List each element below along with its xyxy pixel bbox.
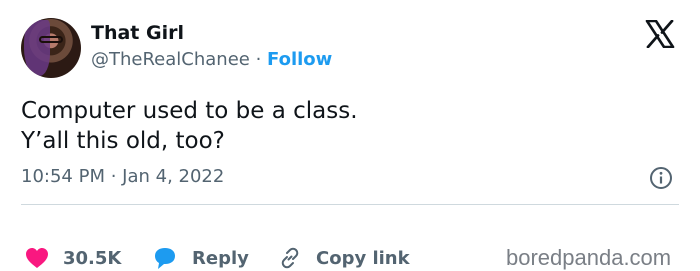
copy-link-button[interactable]: Copy link	[278, 245, 410, 271]
handle-separator: ·	[249, 49, 268, 70]
follow-button[interactable]: Follow	[267, 49, 332, 70]
copy-link-label: Copy link	[316, 247, 410, 269]
reply-label: Reply	[192, 247, 249, 269]
info-icon[interactable]	[649, 166, 673, 190]
avatar-hair	[24, 20, 50, 76]
reply-bubble-icon	[155, 248, 175, 269]
watermark: boredpanda.com	[506, 245, 672, 270]
link-icon	[281, 247, 299, 269]
tweet-text-line: Y’all this old, too?	[21, 128, 225, 154]
like-count: 30.5K	[63, 247, 122, 269]
author-handle[interactable]: @TheRealChanee	[91, 49, 250, 70]
like-button[interactable]: 30.5K	[25, 245, 121, 271]
tweet-timestamp[interactable]: 10:54 PM · Jan 4, 2022	[21, 166, 224, 188]
tweet-text-line: Computer used to be a class.	[21, 98, 358, 124]
tweet-text: Computer used to be a class. Y’all this …	[21, 96, 358, 156]
x-logo-icon[interactable]	[645, 20, 675, 48]
heart-icon	[26, 248, 48, 268]
avatar[interactable]	[21, 18, 81, 78]
avatar-glasses	[39, 36, 63, 43]
author-name[interactable]: That Girl	[91, 22, 184, 44]
reply-button[interactable]: Reply	[152, 245, 249, 271]
divider	[21, 204, 679, 205]
handle-line: @TheRealChanee · Follow	[91, 49, 332, 71]
